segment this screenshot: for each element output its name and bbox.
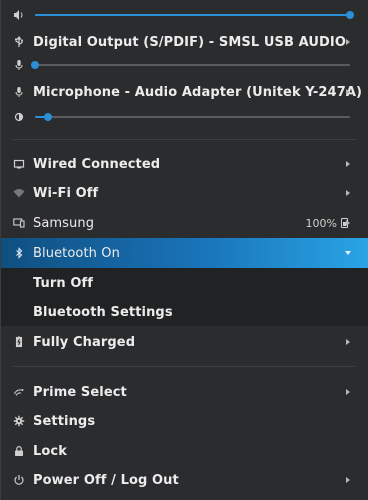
samsung-arrow-icon [346,220,350,226]
bluetooth-turn-off-item[interactable]: Turn Off [1,268,368,298]
battery-item[interactable]: Fully Charged [1,327,368,357]
output-device-item[interactable]: Digital Output (S/PDIF) - SMSL USB AUDIO [1,27,368,57]
prime-select-arrow-icon [346,389,350,395]
wifi-label: Wi-Fi Off [33,185,99,201]
gear-icon [12,414,26,428]
battery-full-icon [12,335,26,349]
chevron-down-icon [345,251,351,255]
wired-network-icon [12,157,26,171]
settings-item[interactable]: Settings [1,406,368,436]
bluetooth-item[interactable]: Bluetooth On [1,238,368,268]
battery-label: Fully Charged [33,334,136,350]
bluetooth-settings-label: Bluetooth Settings [33,304,173,320]
brightness-slider[interactable] [35,113,350,121]
power-off-label: Power Off / Log Out [33,472,179,488]
system-status-menu: Digital Output (S/PDIF) - SMSL USB AUDIO… [0,0,368,500]
power-off-arrow-icon [346,477,350,483]
input-volume-slider-row [1,55,368,75]
bluetooth-settings-item[interactable]: Bluetooth Settings [1,298,368,326]
separator [13,366,356,367]
wifi-arrow-icon [346,190,350,196]
output-volume-slider[interactable] [35,11,354,19]
bluetooth-turn-off-label: Turn Off [33,275,94,291]
wired-network-arrow-icon [346,161,350,167]
battery-arrow-icon [346,339,350,345]
output-device-label: Digital Output (S/PDIF) - SMSL USB AUDIO [33,34,346,50]
microphone-device-icon [12,85,26,99]
input-volume-knob[interactable] [31,61,39,69]
bluetooth-label: Bluetooth On [33,245,120,261]
input-device-label: Microphone - Audio Adapter (Unitek Y-247… [33,84,363,100]
samsung-device-item[interactable]: Samsung 100% [1,208,368,238]
separator [13,139,356,140]
bluetooth-icon [12,246,26,260]
samsung-battery-status: 100% [306,217,348,230]
lock-item[interactable]: Lock [1,436,368,466]
wired-network-item[interactable]: Wired Connected [1,149,368,179]
settings-label: Settings [33,413,96,429]
lock-icon [12,444,26,458]
output-volume-fill [35,14,350,16]
wifi-off-icon [12,186,26,200]
speaker-volume-icon [12,8,26,22]
output-volume-slider-row [1,5,368,25]
usb-icon [12,35,26,49]
wired-network-label: Wired Connected [33,156,161,172]
prime-select-item[interactable]: Prime Select [1,377,368,407]
output-device-arrow-icon [346,39,350,45]
lock-label: Lock [33,443,67,459]
output-volume-knob[interactable] [346,11,354,19]
brightness-slider-row [1,107,368,127]
phone-link-icon [12,216,26,230]
wifi-item[interactable]: Wi-Fi Off [1,178,368,208]
input-device-arrow-icon [346,89,350,95]
brightness-icon [12,110,26,124]
samsung-device-label: Samsung [33,215,95,231]
power-off-item[interactable]: Power Off / Log Out [1,465,368,495]
prime-select-icon [12,385,26,399]
input-device-item[interactable]: Microphone - Audio Adapter (Unitek Y-247… [1,77,368,107]
samsung-battery-percent: 100% [305,216,337,230]
microphone-icon [12,58,26,72]
power-icon [12,473,26,487]
prime-select-label: Prime Select [33,384,127,400]
brightness-knob[interactable] [43,113,52,121]
input-volume-slider[interactable] [31,61,350,69]
